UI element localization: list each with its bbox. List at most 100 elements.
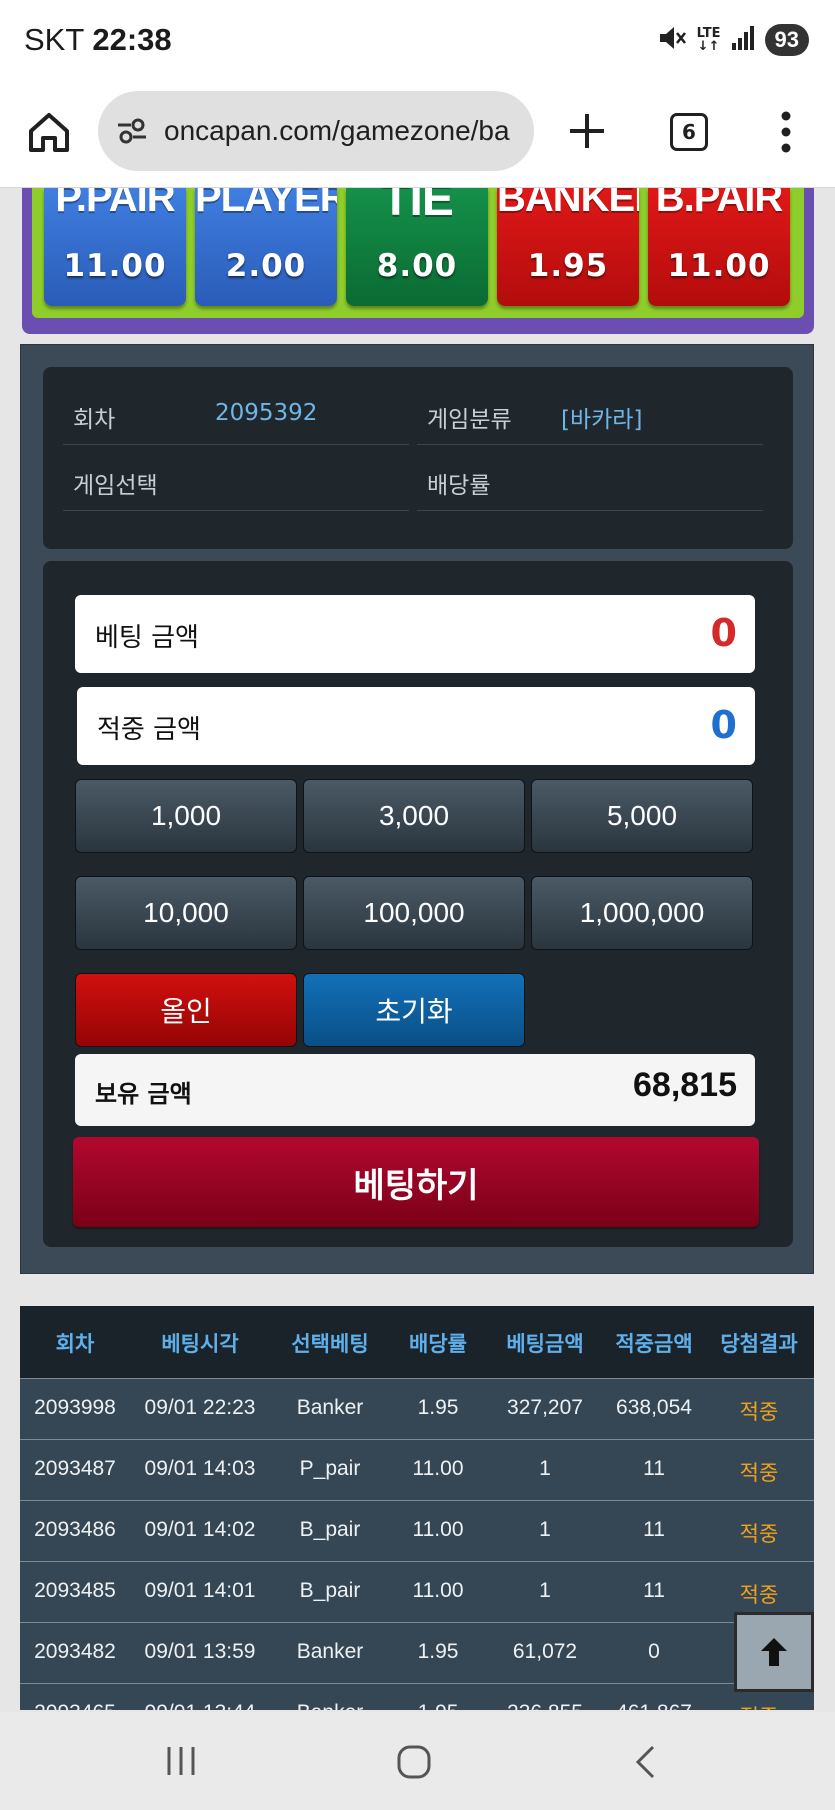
table-cell: 11 — [643, 1518, 665, 1541]
balance-label: 보유 금액 — [95, 1080, 192, 1108]
odds-value: 11.00 — [667, 248, 771, 284]
table-cell: 09/01 14:02 — [144, 1518, 256, 1541]
table-cell: 적중 — [704, 1701, 814, 1710]
chip-10000-button[interactable]: 10,000 — [75, 876, 297, 950]
arrow-up-icon — [761, 1638, 787, 1666]
table-cell: Banker — [270, 1701, 390, 1710]
selection-label: 게임선택 — [73, 473, 158, 499]
game-panel: 회차 2095392 게임분류 [바카라] 게임선택 배당률 베팅 금액 0 적… — [20, 344, 814, 1274]
table-cell: 11 — [643, 1579, 665, 1602]
table-cell: B_pair — [299, 1518, 361, 1541]
lte-icon: LTE ↓↑ — [696, 26, 721, 54]
bet-history-table: 회차 베팅시각 선택베팅 배당률 베팅금액 적중금액 당첨결과 2093998 0… — [20, 1306, 814, 1710]
odds-tile-banker[interactable]: BANKER 1.95 — [497, 188, 639, 306]
table-cell: 61,072 — [512, 1640, 578, 1663]
odds-label: 배당률 — [427, 473, 491, 499]
table-cell: 1 — [539, 1457, 551, 1480]
odds-board: P.PAIR 11.00 PLAYER 2.00 TIE 8.00 BANKER… — [22, 188, 814, 334]
table-cell: 09/01 14:03 — [144, 1457, 256, 1480]
table-cell: 11.00 — [412, 1518, 464, 1541]
table-cell: 적중 — [739, 1522, 779, 1546]
table-cell: 1.95 — [417, 1640, 459, 1663]
table-cell: 09/01 14:01 — [144, 1579, 256, 1602]
url-text: oncapan.com/gamezone/ba — [164, 115, 510, 146]
chip-5000-button[interactable]: 5,000 — [531, 779, 753, 853]
round-label: 회차 — [73, 407, 116, 433]
new-tab-button[interactable] — [566, 110, 608, 152]
table-row: 2093482 09/01 13:59 Banker 1.95 61,072 0 — [20, 1622, 814, 1683]
odds-name: TIE — [381, 188, 454, 226]
table-cell: 11.00 — [412, 1457, 464, 1480]
column-header: 배당률 — [409, 1332, 467, 1356]
odds-name: BANKER — [497, 188, 639, 220]
table-cell: Banker — [296, 1640, 364, 1663]
table-cell: 1.95 — [390, 1701, 486, 1710]
table-cell: 11.00 — [412, 1579, 464, 1602]
column-header: 베팅시각 — [161, 1332, 239, 1356]
odds-tile-tie[interactable]: TIE 8.00 — [346, 188, 488, 306]
balance-value: 68,815 — [633, 1066, 737, 1104]
odds-name: B.PAIR — [655, 188, 784, 220]
table-header: 회차 베팅시각 선택베팅 배당률 베팅금액 적중금액 당첨결과 — [20, 1306, 814, 1378]
mute-icon — [657, 23, 687, 57]
reset-button[interactable]: 초기화 — [303, 973, 525, 1047]
table-cell: 09/01 13:44 — [130, 1701, 270, 1710]
table-cell: 2093998 — [34, 1396, 116, 1419]
win-amount-field: 적중 금액 0 — [77, 687, 755, 765]
bet-amount-value: 0 — [710, 611, 737, 655]
table-cell: 327,207 — [507, 1396, 583, 1419]
win-amount-label: 적중 금액 — [97, 715, 201, 745]
scroll-to-top-button[interactable] — [734, 1612, 814, 1692]
all-in-button[interactable]: 올인 — [75, 973, 297, 1047]
table-cell: 236,855 — [486, 1701, 604, 1710]
status-left: SKT 22:38 — [24, 22, 172, 58]
table-cell: 2093465 — [20, 1701, 130, 1710]
category-label: 게임분류 — [427, 407, 512, 433]
home-button[interactable] — [26, 110, 72, 156]
address-bar[interactable]: oncapan.com/gamezone/ba — [98, 91, 534, 171]
odds-tile-player[interactable]: PLAYER 2.00 — [195, 188, 337, 306]
bet-slip: 베팅 금액 0 적중 금액 0 1,000 3,000 5,000 10,000… — [43, 561, 793, 1247]
column-header: 당첨결과 — [720, 1332, 798, 1356]
recent-apps-button[interactable] — [164, 1744, 198, 1782]
home-icon — [29, 113, 69, 152]
browser-toolbar: oncapan.com/gamezone/ba 6 — [0, 80, 835, 188]
odds-board-inner: P.PAIR 11.00 PLAYER 2.00 TIE 8.00 BANKER… — [32, 188, 804, 318]
column-header: 적중금액 — [615, 1332, 693, 1356]
table-row: 2093998 09/01 22:23 Banker 1.95 327,207 638,0… — [20, 1378, 814, 1439]
table-cell: B_pair — [299, 1579, 361, 1602]
table-cell: 638,054 — [616, 1396, 692, 1419]
chip-1000-button[interactable]: 1,000 — [75, 779, 297, 853]
chip-1000000-button[interactable]: 1,000,000 — [531, 876, 753, 950]
table-cell: P_pair — [299, 1457, 361, 1480]
table-cell: 461,867 — [604, 1701, 704, 1710]
chip-100000-button[interactable]: 100,000 — [303, 876, 525, 950]
column-header: 회차 — [55, 1332, 95, 1356]
clock: 22:38 — [92, 22, 172, 57]
chip-3000-button[interactable]: 3,000 — [303, 779, 525, 853]
battery-indicator: 93 — [764, 24, 809, 56]
odds-tile-b-pair[interactable]: B.PAIR 11.00 — [648, 188, 790, 306]
table-cell: 적중 — [739, 1583, 779, 1607]
more-vert-icon — [781, 111, 791, 153]
category-value: [바카라] — [561, 407, 643, 433]
tab-switcher-button[interactable]: 6 — [670, 113, 708, 151]
table-row: 2093486 09/01 14:02 B_pair 11.00 1 11 적중 — [20, 1500, 814, 1561]
network-label: LTE — [696, 26, 721, 41]
place-bet-button[interactable]: 베팅하기 — [73, 1137, 759, 1227]
odds-tile-p-pair[interactable]: P.PAIR 11.00 — [44, 188, 186, 306]
home-nav-button[interactable] — [396, 1744, 432, 1784]
info-row-category: 게임분류 [바카라] — [417, 379, 763, 445]
table-row: 209346509/01 13:44Banker1.95236,855461,8… — [20, 1683, 814, 1710]
menu-button[interactable] — [776, 110, 796, 154]
site-settings-icon[interactable] — [116, 116, 148, 146]
bet-amount-field: 베팅 금액 0 — [75, 595, 755, 673]
odds-value: 2.00 — [225, 248, 307, 284]
game-info-card: 회차 2095392 게임분류 [바카라] 게임선택 배당률 — [43, 367, 793, 549]
table-row: 2093487 09/01 14:03 P_pair 11.00 1 11 적중 — [20, 1439, 814, 1500]
recent-apps-icon — [167, 1747, 195, 1775]
table-cell: 2093487 — [34, 1457, 116, 1480]
column-header: 베팅금액 — [506, 1332, 584, 1356]
signal-icon — [731, 25, 755, 55]
back-button[interactable] — [632, 1744, 658, 1784]
